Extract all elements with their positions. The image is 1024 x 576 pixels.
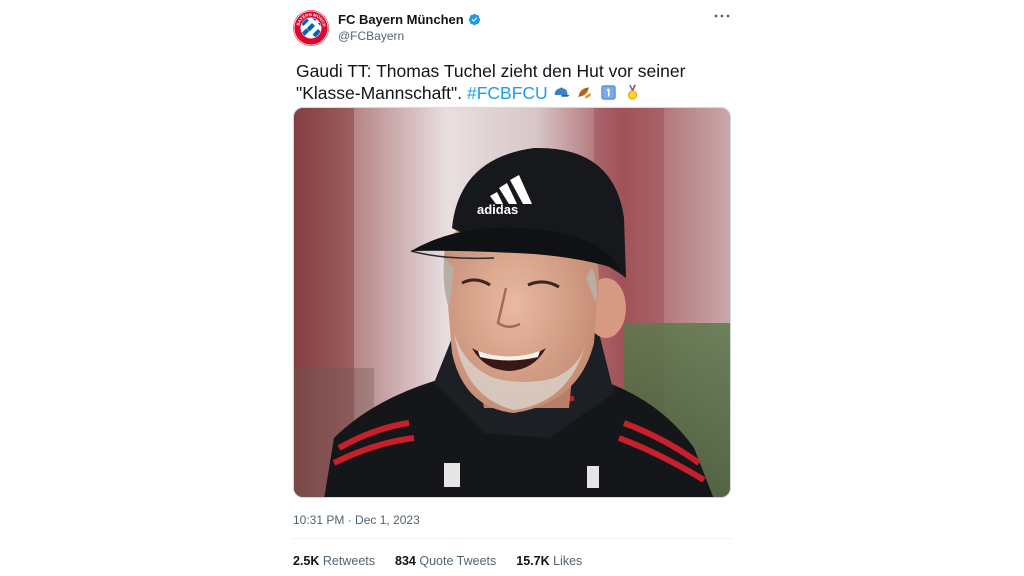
more-options-icon[interactable] [713, 10, 731, 22]
account-handle[interactable]: @FCBayern [338, 29, 404, 43]
fc-bayern-logo-icon: FC BAYERN MÜNCHEN [293, 10, 329, 46]
svg-text:adidas: adidas [477, 202, 518, 217]
quote-tweets-count: 834 [395, 554, 416, 568]
tweet-timestamp[interactable]: 10:31 PM · Dec 1, 2023 [293, 513, 420, 527]
medal-emoji-icon [628, 84, 638, 100]
falling-leaf-emoji-icon [578, 87, 592, 99]
coach-photo-image: adidas [294, 108, 730, 497]
likes-label: Likes [553, 554, 583, 568]
tweet-header: FC BAYERN MÜNCHEN FC Bayern München @FCB… [293, 10, 731, 46]
quote-tweets-label: Quote Tweets [419, 554, 497, 568]
likes-count: 15.7K [516, 554, 550, 568]
display-name-row: FC Bayern München [338, 12, 481, 27]
verified-badge-icon [468, 13, 480, 26]
hashtag-link[interactable]: #FCBFCU [467, 83, 548, 103]
tweet-text: Gaudi TT: Thomas Tuchel zieht den Hut vo… [296, 60, 726, 104]
retweets-stat[interactable]: 2.5K Retweets [293, 554, 375, 568]
tweet-stats: 2.5K Retweets 834 Quote Tweets 15.7K Lik… [293, 554, 582, 568]
tweet-photo[interactable]: adidas [293, 107, 731, 498]
retweets-label: Retweets [322, 554, 375, 568]
retweets-count: 2.5K [293, 554, 320, 568]
tweet-card: FC BAYERN MÜNCHEN FC Bayern München @FCB… [293, 0, 731, 576]
keycap-one-emoji-icon [601, 85, 617, 100]
likes-stat[interactable]: 15.7K Likes [516, 554, 582, 568]
display-name[interactable]: FC Bayern München [338, 12, 464, 27]
quote-tweets-stat[interactable]: 834 Quote Tweets [395, 554, 496, 568]
cap-emoji-icon [554, 87, 569, 97]
avatar[interactable]: FC BAYERN MÜNCHEN [293, 10, 329, 46]
divider [293, 538, 731, 539]
